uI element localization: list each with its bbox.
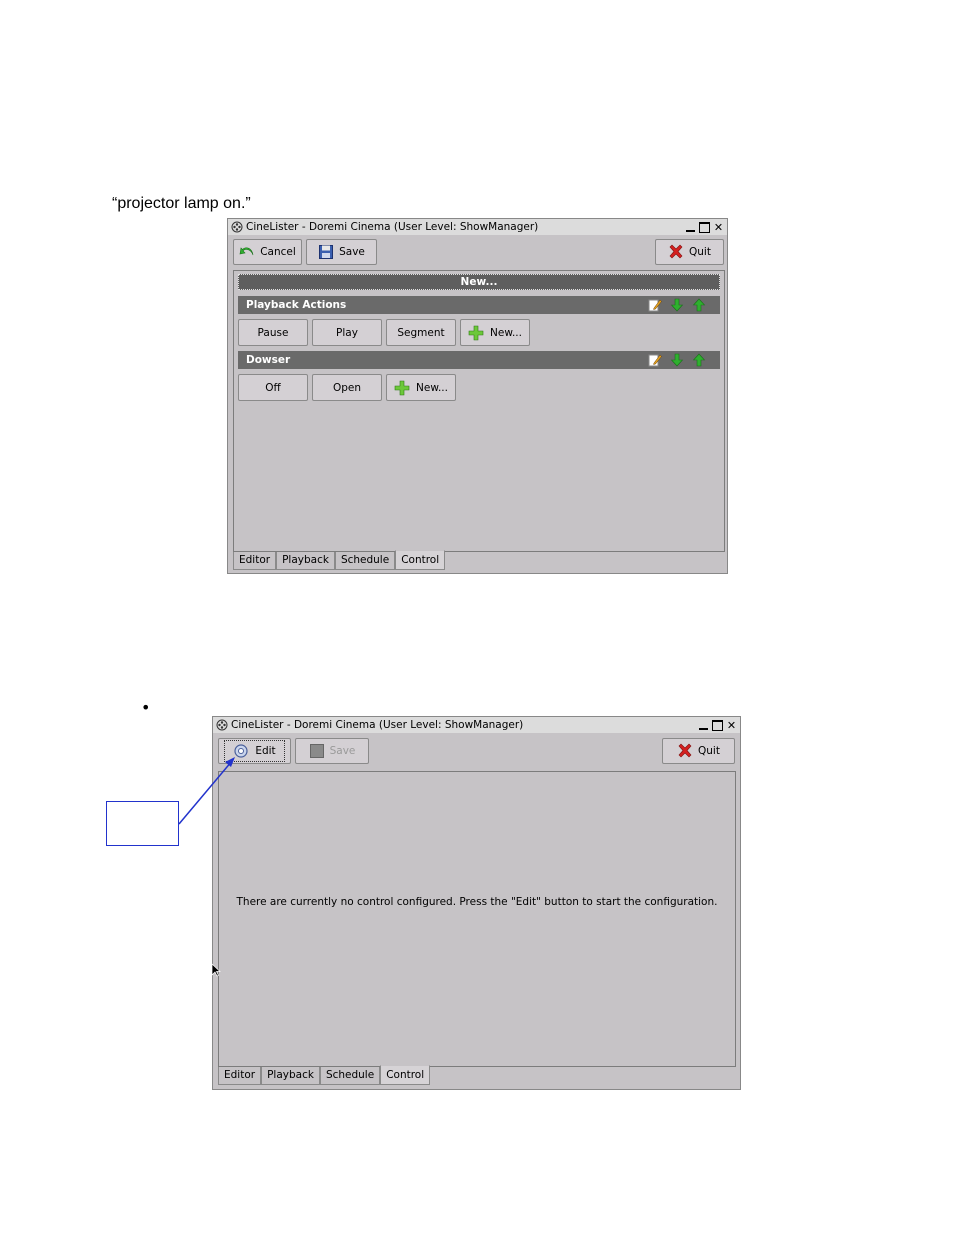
green-plus-icon (394, 380, 410, 395)
cinelister-window-edit-mode: CineLister - Doremi Cinema (User Level: … (227, 218, 728, 574)
tab-bar: Editor Playback Schedule Control (233, 550, 446, 570)
film-reel-icon (231, 221, 243, 233)
quit-button[interactable]: Quit (662, 738, 735, 764)
tab-editor[interactable]: Editor (218, 1067, 262, 1085)
off-button[interactable]: Off (238, 374, 308, 401)
minimize-icon[interactable] (685, 222, 696, 233)
maximize-icon[interactable] (712, 719, 723, 731)
empty-state-message: There are currently no control configure… (236, 896, 718, 908)
close-icon[interactable]: ✕ (713, 222, 724, 233)
green-up-arrow-icon[interactable] (692, 298, 706, 312)
green-plus-icon (468, 325, 484, 340)
section-title: Dowser (246, 354, 291, 366)
tab-playback[interactable]: Playback (276, 552, 335, 570)
new-label: New... (416, 381, 448, 394)
tab-control[interactable]: Control (395, 550, 446, 570)
callout-arrow (178, 757, 235, 825)
section-title: Playback Actions (246, 299, 347, 311)
floppy-disk-icon (319, 245, 334, 259)
tab-schedule[interactable]: Schedule (319, 1067, 381, 1085)
title-bar: CineLister - Doremi Cinema (User Level: … (228, 219, 727, 235)
open-button[interactable]: Open (312, 374, 382, 401)
cancel-button[interactable]: Cancel (233, 239, 302, 265)
quit-button[interactable]: Quit (655, 239, 724, 265)
quit-label: Quit (689, 246, 711, 258)
quit-label: Quit (698, 745, 720, 757)
section-header-dowser: Dowser (238, 351, 720, 369)
tab-editor[interactable]: Editor (233, 552, 277, 570)
save-label: Save (339, 246, 365, 258)
title-bar: CineLister - Doremi Cinema (User Level: … (213, 717, 740, 733)
green-undo-arrow-icon (239, 247, 254, 256)
film-reel-icon (216, 719, 228, 731)
cancel-label: Cancel (260, 246, 296, 258)
green-down-arrow-icon[interactable] (670, 353, 684, 367)
save-button[interactable]: Save (306, 239, 377, 265)
save-label: Save (329, 745, 356, 757)
minimize-icon[interactable] (698, 720, 709, 731)
window-title: CineLister - Doremi Cinema (User Level: … (246, 221, 539, 233)
cinelister-window-empty-control: CineLister - Doremi Cinema (User Level: … (212, 716, 741, 1090)
edit-label: Edit (255, 745, 276, 757)
new-label: New... (490, 326, 522, 339)
floppy-disk-icon (309, 744, 324, 758)
edit-pencil-icon[interactable] (648, 353, 662, 367)
control-panel-empty: There are currently no control configure… (218, 771, 736, 1067)
bullet-point: • (141, 698, 151, 717)
section-header-playback-actions: Playback Actions (238, 296, 720, 314)
window-title: CineLister - Doremi Cinema (User Level: … (231, 719, 524, 731)
green-up-arrow-icon[interactable] (692, 353, 706, 367)
segment-button[interactable]: Segment (386, 319, 456, 346)
new-playback-action-button[interactable]: New... (460, 319, 530, 346)
green-down-arrow-icon[interactable] (670, 298, 684, 312)
tab-playback[interactable]: Playback (261, 1067, 320, 1085)
new-section-button[interactable]: New... (238, 274, 720, 290)
red-x-icon (669, 244, 683, 259)
callout-box (106, 801, 179, 846)
tab-bar: Editor Playback Schedule Control (218, 1065, 431, 1085)
red-x-icon (678, 743, 692, 758)
document-caption: “projector lamp on.” (112, 195, 251, 212)
save-button-disabled[interactable]: Save (295, 738, 369, 764)
mouse-cursor-icon (211, 963, 221, 977)
pause-button[interactable]: Pause (238, 319, 308, 346)
play-button[interactable]: Play (312, 319, 382, 346)
maximize-icon[interactable] (699, 221, 710, 233)
new-dowser-action-button[interactable]: New... (386, 374, 456, 401)
tab-schedule[interactable]: Schedule (334, 552, 396, 570)
tab-control[interactable]: Control (380, 1065, 431, 1085)
edit-pencil-icon[interactable] (648, 298, 662, 312)
close-icon[interactable]: ✕ (726, 720, 737, 731)
control-panel: New... Playback Actions Pause Play Segme… (233, 270, 725, 552)
